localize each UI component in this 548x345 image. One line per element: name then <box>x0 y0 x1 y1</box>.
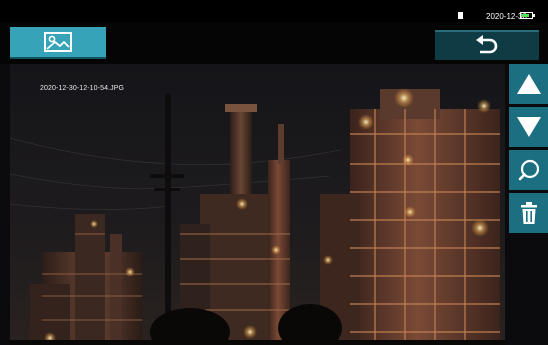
gallery-tab[interactable] <box>10 27 106 59</box>
signal-indicator-icon <box>458 12 463 19</box>
photo-viewer[interactable]: 2020-12-30-12-10-54.JPG <box>10 64 505 345</box>
next-photo-button[interactable] <box>509 107 548 147</box>
magnifier-icon <box>518 159 539 181</box>
toolbar <box>0 22 548 64</box>
status-bar: 2020-12-30 <box>0 0 548 22</box>
side-controls <box>509 64 548 237</box>
photo-image <box>10 64 505 345</box>
delete-button[interactable] <box>509 193 548 233</box>
battery-icon <box>520 12 533 19</box>
image-icon <box>44 32 72 52</box>
arrow-down-icon <box>516 117 541 137</box>
battery-level-fill <box>522 14 529 17</box>
arrow-up-icon <box>516 74 541 94</box>
zoom-button[interactable] <box>509 150 548 190</box>
trash-icon <box>520 202 537 224</box>
back-button[interactable] <box>435 30 539 60</box>
previous-photo-button[interactable] <box>509 64 548 104</box>
return-arrow-icon <box>476 35 498 54</box>
device-screen: 2020-12-30 2020-12-30-12-10-54.JPG <box>0 0 548 345</box>
battery-tip <box>533 14 535 17</box>
photo-filename: 2020-12-30-12-10-54.JPG <box>40 85 125 92</box>
